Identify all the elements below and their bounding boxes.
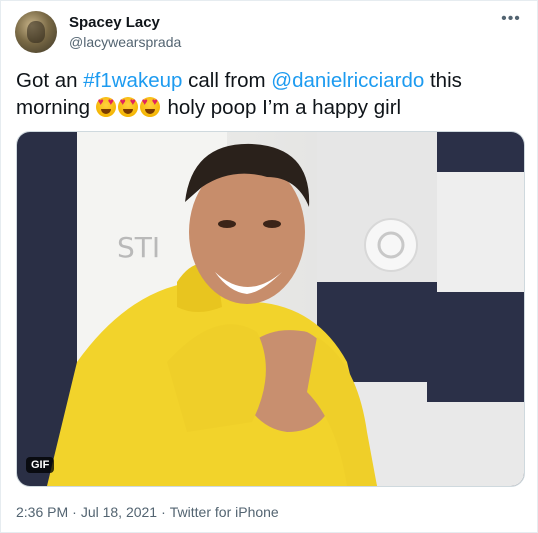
heart-eyes-emoji-icon xyxy=(117,97,138,117)
tweet-meta: 2:36 PM · Jul 18, 2021 · Twitter for iPhone xyxy=(16,504,279,520)
tweet-text-part: Got an xyxy=(16,69,84,92)
gif-frame-illustration: STI xyxy=(17,132,524,486)
author-name[interactable]: Spacey Lacy xyxy=(69,14,160,31)
tweet-text-part: call from xyxy=(182,69,272,92)
tweet-date[interactable]: Jul 18, 2021 xyxy=(81,504,157,520)
meta-separator: · xyxy=(72,504,77,520)
author-handle[interactable]: @lacywearsprada xyxy=(69,34,181,50)
hashtag-link[interactable]: #f1wakeup xyxy=(83,69,182,92)
tweet-card: Spacey Lacy @lacywearsprada ••• Got an #… xyxy=(0,0,538,533)
tweet-time[interactable]: 2:36 PM xyxy=(16,504,68,520)
meta-separator: · xyxy=(161,504,166,520)
tweet-text: Got an #f1wakeup call from @danielriccia… xyxy=(16,67,521,121)
avatar[interactable] xyxy=(15,11,57,53)
mention-link[interactable]: @danielricciardo xyxy=(271,69,424,92)
gif-badge: GIF xyxy=(26,457,55,473)
tweet-text-part: holy poop I’m a happy girl xyxy=(161,96,402,119)
background-sign-text: STI xyxy=(117,231,160,264)
more-options-icon[interactable]: ••• xyxy=(499,9,523,29)
heart-eyes-emoji-icon xyxy=(95,97,116,117)
heart-eyes-emoji-icon xyxy=(139,97,160,117)
tweet-source: Twitter for iPhone xyxy=(169,504,279,520)
gif-media[interactable]: STI GIF xyxy=(16,131,525,487)
